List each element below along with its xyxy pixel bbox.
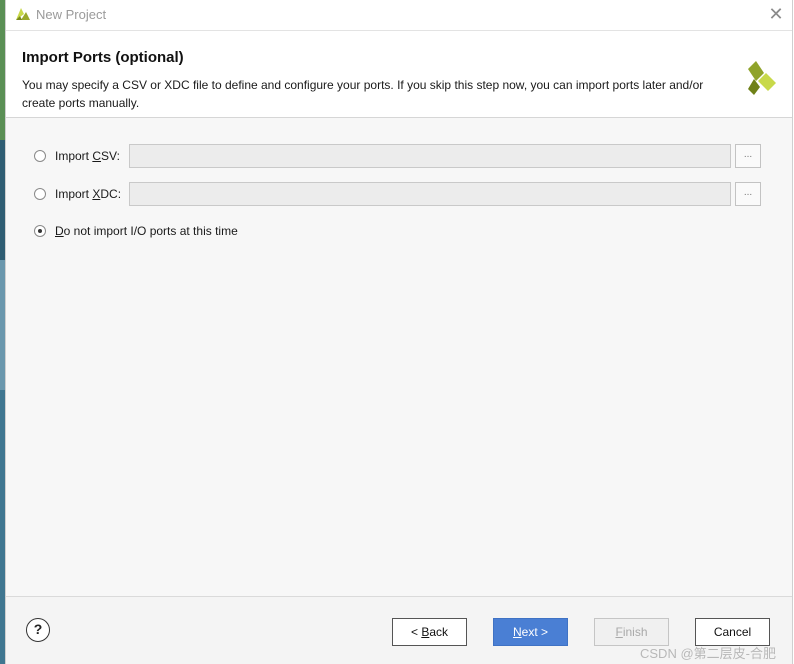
next-button[interactable]: Next > — [493, 618, 568, 646]
help-button[interactable]: ? — [26, 618, 50, 642]
close-icon[interactable]: ✕ — [766, 4, 786, 24]
do-not-import-radio[interactable] — [34, 225, 46, 237]
import-csv-path-field[interactable] — [129, 144, 731, 168]
import-xdc-path-field[interactable] — [129, 182, 731, 206]
finish-button[interactable]: Finish — [594, 618, 669, 646]
new-project-dialog: New Project ✕ Import Ports (optional) Yo… — [5, 0, 793, 664]
vivado-brand-logo-icon — [748, 61, 776, 95]
vivado-logo-icon — [16, 8, 30, 20]
back-button[interactable]: < Back — [392, 618, 467, 646]
window-title: New Project — [36, 7, 107, 22]
import-xdc-label[interactable]: Import XDC: — [55, 187, 121, 201]
page-title: Import Ports (optional) — [22, 49, 184, 66]
page-description: You may specify a CSV or XDC file to def… — [22, 78, 704, 110]
page-header: Import Ports (optional) You may specify … — [6, 30, 792, 118]
import-xdc-radio[interactable] — [34, 188, 46, 200]
do-not-import-label[interactable]: Do not import I/O ports at this time — [55, 224, 238, 238]
watermark-text: CSDN @第二层皮-合肥 — [640, 646, 776, 661]
import-xdc-browse-button[interactable]: ... — [735, 182, 761, 206]
import-csv-label[interactable]: Import CSV: — [55, 149, 120, 163]
title-bar: New Project ✕ — [6, 0, 792, 30]
cancel-button[interactable]: Cancel — [695, 618, 770, 646]
import-csv-browse-button[interactable]: ... — [735, 144, 761, 168]
import-csv-radio[interactable] — [34, 150, 46, 162]
